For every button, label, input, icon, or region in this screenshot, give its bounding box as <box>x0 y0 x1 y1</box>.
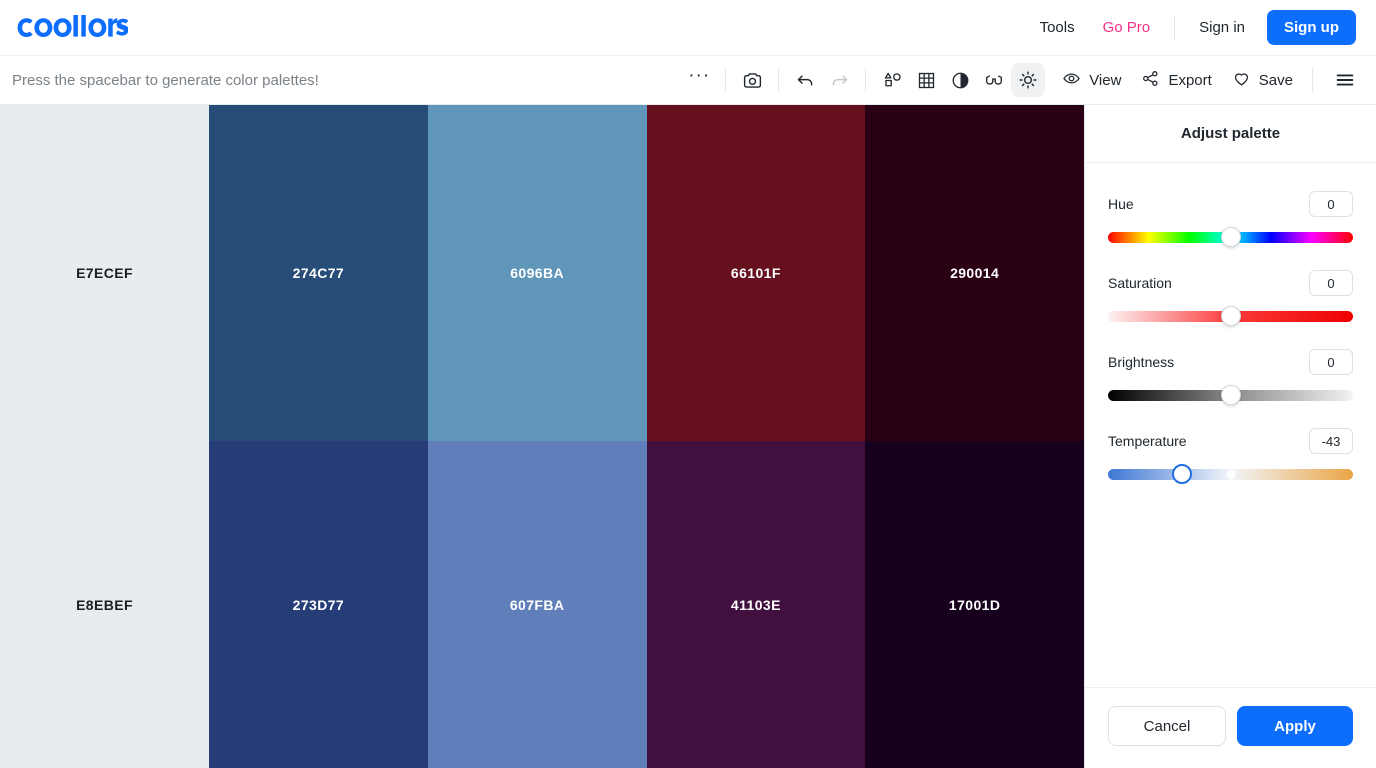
nav-divider <box>1174 14 1176 41</box>
temperature-slider-knob[interactable] <box>1171 464 1192 484</box>
export-button-label: Export <box>1168 71 1212 89</box>
saturation-control-row: Saturation 0 <box>1108 270 1353 296</box>
heart-icon <box>1232 69 1251 92</box>
swatch-5-top[interactable]: 290014 <box>865 105 1084 441</box>
hue-control: Hue 0 <box>1108 191 1353 247</box>
swatch-3-bottom[interactable]: 607FBA <box>427 441 647 768</box>
palette-column-1: E7ECEF E8EBEF <box>0 105 209 768</box>
export-button[interactable]: Export <box>1131 63 1221 98</box>
temperature-control-row: Temperature -43 <box>1108 428 1353 454</box>
toolbar-divider <box>725 68 727 92</box>
brightness-label: Brightness <box>1108 354 1175 370</box>
temperature-label: Temperature <box>1108 433 1187 449</box>
temperature-value-input[interactable]: -43 <box>1309 428 1353 454</box>
glasses-icon[interactable] <box>977 63 1011 97</box>
swatch-hex-label: 607FBA <box>509 596 565 613</box>
swatch-4-top[interactable]: 66101F <box>646 105 866 441</box>
swatch-2-bottom[interactable]: 273D77 <box>209 441 428 768</box>
swatch-2-top[interactable]: 274C77 <box>209 105 428 441</box>
swatch-hex-label: 6096BA <box>510 265 564 281</box>
temperature-slider-center-tick <box>1226 469 1235 479</box>
palette-column-3: 6096BA 607FBA <box>427 105 647 768</box>
saturation-control: Saturation 0 <box>1108 270 1353 326</box>
hue-slider[interactable] <box>1108 227 1353 247</box>
coolors-app: Tools Go Pro Sign in Sign up Press the s… <box>0 0 1376 768</box>
toolbar-divider <box>865 68 867 92</box>
toolbar-actions: ··· View Export Save <box>682 63 1362 98</box>
view-button-label: View <box>1089 71 1122 89</box>
saturation-slider[interactable] <box>1108 306 1353 326</box>
nav-link-go-pro[interactable]: Go Pro <box>1089 19 1165 36</box>
swatch-4-bottom[interactable]: 41103E <box>646 441 866 768</box>
cancel-button[interactable]: Cancel <box>1108 706 1226 746</box>
contrast-icon[interactable] <box>943 63 977 97</box>
camera-icon[interactable] <box>735 63 769 97</box>
swatch-hex-label: 66101F <box>730 265 781 281</box>
swatch-3-top[interactable]: 6096BA <box>427 105 647 441</box>
grid-icon[interactable] <box>909 63 943 97</box>
shapes-icon[interactable] <box>875 63 909 97</box>
swatch-5-bottom[interactable]: 17001D <box>865 441 1084 768</box>
apply-button[interactable]: Apply <box>1237 706 1353 746</box>
color-palette-grid: E7ECEF E8EBEF 274C77 273D77 6096BA 607FB… <box>0 105 1084 768</box>
save-button[interactable]: Save <box>1222 63 1303 98</box>
coolors-logo[interactable] <box>16 14 128 41</box>
swatch-hex-label: E8EBEF <box>76 596 133 613</box>
hue-label: Hue <box>1108 196 1134 212</box>
panel-footer: Cancel Apply <box>1085 687 1376 768</box>
more-options-button[interactable]: ··· <box>682 63 716 97</box>
eye-icon <box>1062 69 1081 92</box>
hamburger-menu-icon[interactable] <box>1328 63 1362 97</box>
saturation-label: Saturation <box>1108 275 1172 291</box>
swatch-hex-label: 17001D <box>948 596 1001 613</box>
panel-title: Adjust palette <box>1085 105 1376 163</box>
brightness-slider-knob[interactable] <box>1220 385 1241 405</box>
nav-link-sign-in[interactable]: Sign in <box>1185 19 1259 36</box>
spacebar-hint-text: Press the spacebar to generate color pal… <box>12 71 319 89</box>
save-button-label: Save <box>1258 71 1293 89</box>
brightness-slider[interactable] <box>1108 385 1353 405</box>
brightness-control-row: Brightness 0 <box>1108 349 1353 375</box>
palette-column-5: 290014 17001D <box>865 105 1084 768</box>
swatch-hex-label: 274C77 <box>292 265 345 281</box>
hue-value-input[interactable]: 0 <box>1309 191 1353 217</box>
top-navigation-bar: Tools Go Pro Sign in Sign up <box>0 0 1376 55</box>
adjust-palette-panel: Adjust palette Hue 0 Saturation 0 Bright… <box>1084 105 1376 768</box>
brightness-icon[interactable] <box>1011 63 1046 97</box>
temperature-control: Temperature -43 <box>1108 428 1353 484</box>
sign-up-button[interactable]: Sign up <box>1267 10 1356 45</box>
swatch-1-top[interactable]: E7ECEF <box>0 105 209 441</box>
palette-column-4: 66101F 41103E <box>646 105 866 768</box>
main-area: E7ECEF E8EBEF 274C77 273D77 6096BA 607FB… <box>0 105 1376 768</box>
undo-icon[interactable] <box>788 63 822 97</box>
swatch-hex-label: E7ECEF <box>76 265 133 281</box>
swatch-hex-label: 273D77 <box>292 596 345 613</box>
panel-controls: Hue 0 Saturation 0 Brightness 0 Temperat… <box>1085 163 1376 687</box>
brightness-control: Brightness 0 <box>1108 349 1353 405</box>
saturation-value-input[interactable]: 0 <box>1309 270 1353 296</box>
swatch-hex-label: 290014 <box>950 265 1000 281</box>
toolbar-divider <box>1312 68 1313 92</box>
palette-toolbar: Press the spacebar to generate color pal… <box>0 55 1376 105</box>
view-button[interactable]: View <box>1052 63 1131 98</box>
swatch-1-bottom[interactable]: E8EBEF <box>0 441 209 768</box>
nav-right-group: Tools Go Pro Sign in Sign up <box>1026 10 1356 45</box>
swatch-hex-label: 41103E <box>730 596 781 613</box>
palette-column-2: 274C77 273D77 <box>209 105 428 768</box>
hue-control-row: Hue 0 <box>1108 191 1353 217</box>
toolbar-divider <box>778 68 780 92</box>
share-icon <box>1141 69 1160 92</box>
redo-icon[interactable] <box>822 63 856 97</box>
brightness-value-input[interactable]: 0 <box>1309 349 1353 375</box>
saturation-slider-knob[interactable] <box>1220 306 1241 326</box>
hue-slider-knob[interactable] <box>1220 227 1241 247</box>
nav-link-tools[interactable]: Tools <box>1026 19 1089 36</box>
temperature-slider[interactable] <box>1108 464 1353 484</box>
